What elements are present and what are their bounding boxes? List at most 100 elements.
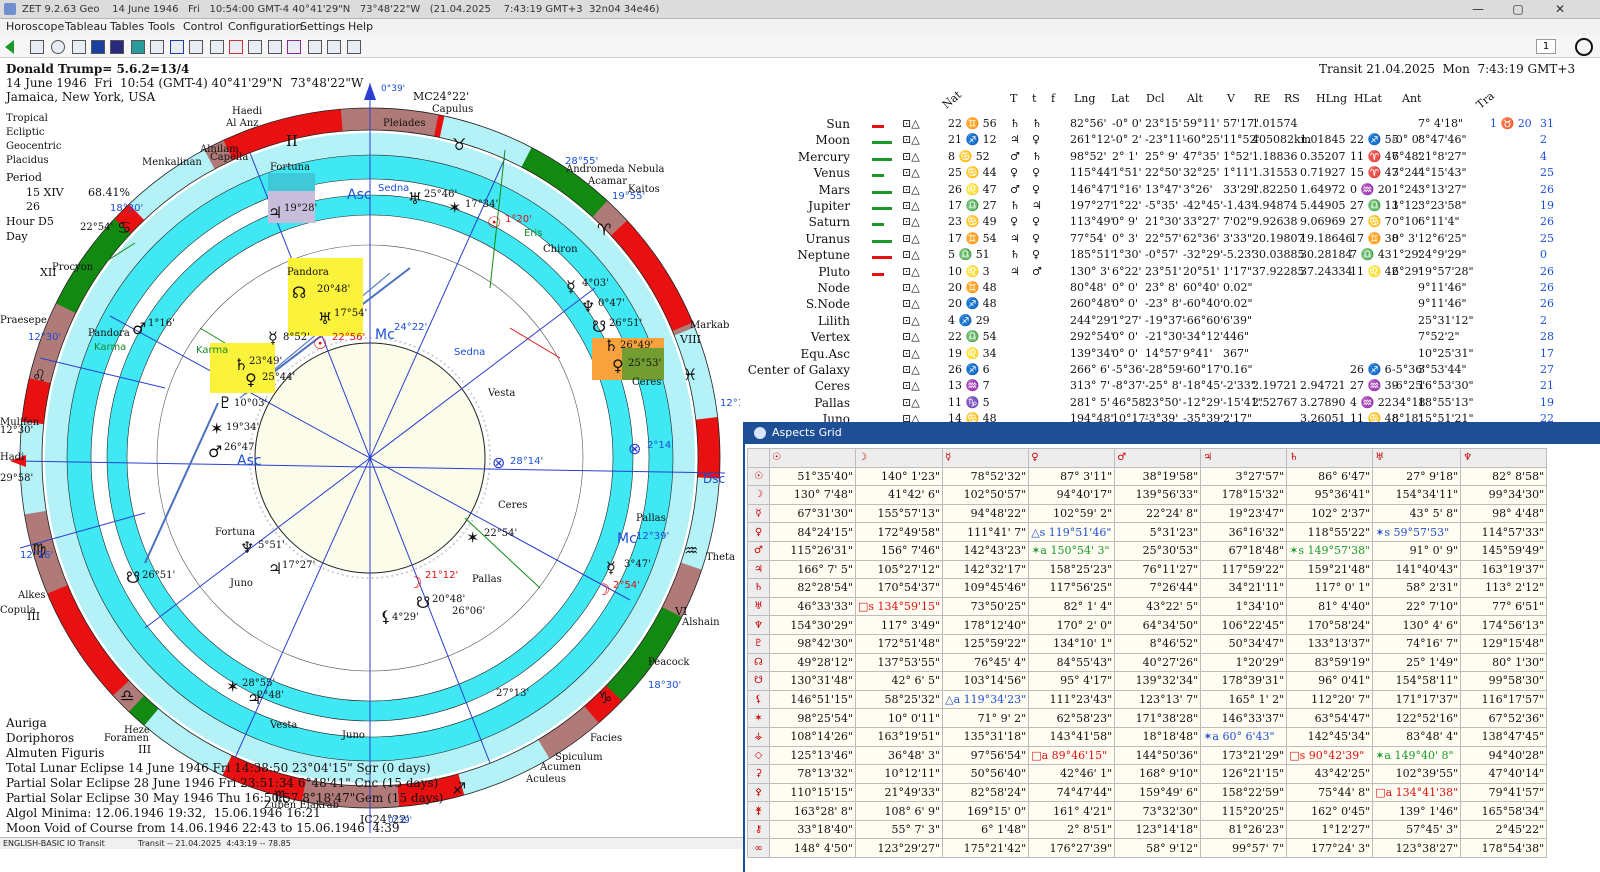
aspect-cell[interactable]: 19°23'47" — [1200, 503, 1288, 524]
print-icon[interactable] — [347, 40, 361, 54]
aspect-cell[interactable]: □s 90°42'39" — [1286, 745, 1374, 766]
planet-row[interactable]: Mercury ⊡△ 8 ♋ 52 ♂ ♄ 98°52' 2° 1' 25° 9' 47°35'… — [740, 150, 1600, 166]
aspect-cell[interactable]: 46°33'33" — [769, 596, 856, 617]
row-header[interactable]: ♂ — [747, 540, 770, 561]
synastry-icon[interactable] — [248, 40, 262, 54]
aspect-cell[interactable]: 42°46' 1" — [1028, 764, 1116, 784]
aspect-cell[interactable]: 50°34'47" — [1200, 633, 1288, 654]
column-header[interactable]: ♃ — [1200, 448, 1288, 468]
aspect-cell[interactable]: 22° 7'10" — [1372, 596, 1462, 617]
menu-horoscope[interactable]: Horoscope — [6, 20, 64, 33]
aspect-cell[interactable]: 143°41'58" — [1028, 726, 1116, 747]
aspect-cell[interactable]: 8°46'52" — [1114, 633, 1202, 654]
row-header[interactable]: ☋ — [747, 671, 770, 691]
aspect-cell[interactable]: 62°58'23" — [1028, 708, 1116, 728]
aspect-cell[interactable]: 18°18'48" — [1114, 726, 1202, 747]
aspect-cell[interactable]: 141°40'43" — [1372, 559, 1462, 580]
aspect-cell[interactable]: 146°51'15" — [769, 689, 856, 710]
aspect-cell[interactable]: ✶s 59°57'53" — [1372, 522, 1462, 542]
aspects-grid-titlebar[interactable]: Aspects Grid — [745, 422, 1600, 444]
progression-icon[interactable] — [287, 40, 301, 54]
aspect-cell[interactable]: 83°48' 4" — [1372, 726, 1462, 747]
aspect-cell[interactable]: 86° 6'47" — [1286, 466, 1374, 487]
aspect-cell[interactable]: 41°42' 6" — [854, 485, 944, 505]
star-map-icon[interactable] — [110, 40, 124, 54]
aspect-cell[interactable]: 51°35'40" — [769, 466, 856, 487]
aspect-cell[interactable]: 58° 2'31" — [1372, 578, 1462, 598]
aspect-cell[interactable]: 25°30'53" — [1114, 540, 1202, 561]
aspect-cell[interactable]: 130°31'48" — [769, 671, 856, 691]
aspect-cell[interactable]: 123°14'18" — [1114, 819, 1202, 840]
aspect-cell[interactable]: 156° 7'46" — [854, 540, 944, 561]
close-button[interactable]: ✕ — [1540, 0, 1580, 19]
aspect-cell[interactable]: 98°42'30" — [769, 633, 856, 654]
aspect-cell[interactable]: 2°45'22" — [1460, 819, 1548, 840]
aspect-cell[interactable]: □a 89°46'15" — [1028, 745, 1116, 766]
column-header[interactable]: ☽ — [854, 448, 944, 468]
row-header[interactable]: ⚵ — [747, 801, 770, 821]
aspect-cell[interactable]: 138°47'45" — [1460, 726, 1548, 747]
aspect-cell[interactable]: 146°33'37" — [1200, 708, 1288, 728]
row-header[interactable]: ♆ — [747, 615, 770, 635]
aspect-cell[interactable]: 7°26'44" — [1114, 578, 1202, 598]
aspect-cell[interactable]: 99°58'30" — [1460, 671, 1548, 691]
aspect-cell[interactable]: 94°48'22" — [942, 503, 1030, 524]
aspect-cell[interactable]: 1°12'27" — [1286, 819, 1374, 840]
planet-row[interactable]: Node ⊡△ 20 ♊ 48 80°48' 0° 0' 23° 8' 60°40' 0.02… — [740, 281, 1600, 297]
aspect-cell[interactable]: 112°20' 7" — [1286, 689, 1374, 710]
aspect-cell[interactable]: 142°32'17" — [942, 559, 1030, 580]
aspect-cell[interactable]: 22°24' 8" — [1114, 503, 1202, 524]
aspect-cell[interactable]: 174°56'13" — [1460, 615, 1548, 635]
aspect-cell[interactable]: 10° 0'11" — [854, 708, 944, 728]
aspect-cell[interactable]: 171°38'28" — [1114, 708, 1202, 728]
aspect-cell[interactable]: 34°21'11" — [1200, 578, 1288, 598]
aspect-cell[interactable]: 83°59'19" — [1286, 652, 1374, 673]
back-arrow-icon[interactable] — [5, 40, 14, 54]
aspect-cell[interactable]: 74°16' 7" — [1372, 633, 1462, 654]
aspect-cell[interactable]: 50°56'40" — [942, 764, 1030, 784]
planet-row[interactable]: Saturn ⊡△ 23 ♋ 49 ♀ ♀ 113°49' 0° 9' 21°30' 33°27… — [740, 215, 1600, 231]
row-header[interactable]: ☿ — [747, 503, 770, 524]
aspect-cell[interactable]: 102° 2'37" — [1286, 503, 1374, 524]
row-header[interactable]: ◇ — [747, 745, 770, 766]
aspect-cell[interactable]: 178°54'38" — [1460, 838, 1548, 859]
settings-icon[interactable] — [150, 40, 164, 54]
planet-row[interactable]: Venus ⊡△ 25 ♋ 44 ♀ ♀ 115°44' 1°51' 22°50' 32°25'… — [740, 166, 1600, 182]
aspect-cell[interactable]: 102°50'57" — [942, 485, 1030, 505]
column-header[interactable]: ♆ — [1460, 448, 1548, 468]
aspect-cell[interactable]: 95°36'41" — [1286, 485, 1374, 505]
aspect-cell[interactable]: 139° 1'46" — [1372, 801, 1462, 821]
planet-row[interactable]: Pluto ⊡△ 10 ♌ 3 ♃ ♂ 130° 3' 6°22' 23°51' 20°51' 1… — [740, 265, 1600, 281]
aspect-cell[interactable]: △s 119°51'46" — [1028, 522, 1116, 542]
aspect-cell[interactable]: 142°43'23" — [942, 540, 1030, 561]
aspect-cell[interactable]: 82° 8'58" — [1460, 466, 1548, 487]
aspects-grid-window[interactable]: Aspects Grid ☉ ☽ ☿ ♀ ♂ ♃ ♄ ♅ ♆ ☉ 51°35'40" 140° 1'2… — [743, 422, 1600, 872]
aspect-cell[interactable]: 125°59'22" — [942, 633, 1030, 654]
aspect-cell[interactable]: 165°58'34" — [1460, 801, 1548, 821]
aspect-cell[interactable]: 163°19'51" — [854, 726, 944, 747]
aspect-cell[interactable]: 96° 0'41" — [1286, 671, 1374, 691]
aspect-cell[interactable]: 113° 2'12" — [1460, 578, 1548, 598]
aspect-cell[interactable]: 111°41' 7" — [942, 522, 1030, 542]
row-header[interactable]: ☽ — [747, 485, 770, 505]
aspect-cell[interactable]: 114°57'33" — [1460, 522, 1548, 542]
planet-row[interactable]: Uranus ⊡△ 17 ♊ 54 ♃ ♀ 77°54' 0° 3' 22°57' 62°36'… — [740, 232, 1600, 248]
minimize-button[interactable]: — — [1458, 0, 1498, 19]
aspect-cell[interactable]: 94°40'28" — [1460, 745, 1548, 766]
aspect-cell[interactable]: 67°52'36" — [1460, 708, 1548, 728]
aspect-cell[interactable]: 40°27'26" — [1114, 652, 1202, 673]
aspect-cell[interactable]: 137°53'55" — [854, 652, 944, 673]
column-header[interactable]: ♀ — [1028, 448, 1116, 468]
aspect-cell[interactable]: 77° 6'51" — [1460, 596, 1548, 617]
aspect-cell[interactable]: 139°56'33" — [1114, 485, 1202, 505]
aspect-cell[interactable]: 82° 1' 4" — [1028, 596, 1116, 617]
aspect-cell[interactable]: 145°59'49" — [1460, 540, 1548, 561]
aspect-cell[interactable]: 105°27'12" — [854, 559, 944, 580]
aspect-cell[interactable]: □a 134°41'38" — [1372, 782, 1462, 803]
aspect-cell[interactable]: 63°54'47" — [1286, 708, 1374, 728]
planet-row[interactable]: Moon ⊡△ 21 ♐ 12 ♃ ♀ 261°12' -0° 2' -23°11' -60°2… — [740, 133, 1600, 149]
aspect-cell[interactable]: 25° 1'49" — [1372, 652, 1462, 673]
aspects-grid-table[interactable]: ☉ ☽ ☿ ♀ ♂ ♃ ♄ ♅ ♆ ☉ 51°35'40" 140° 1'23" 78°52'32" 87… — [747, 448, 1548, 859]
aspect-cell[interactable]: 78°52'32" — [942, 466, 1030, 487]
aspect-cell[interactable]: 1°20'29" — [1200, 652, 1288, 673]
